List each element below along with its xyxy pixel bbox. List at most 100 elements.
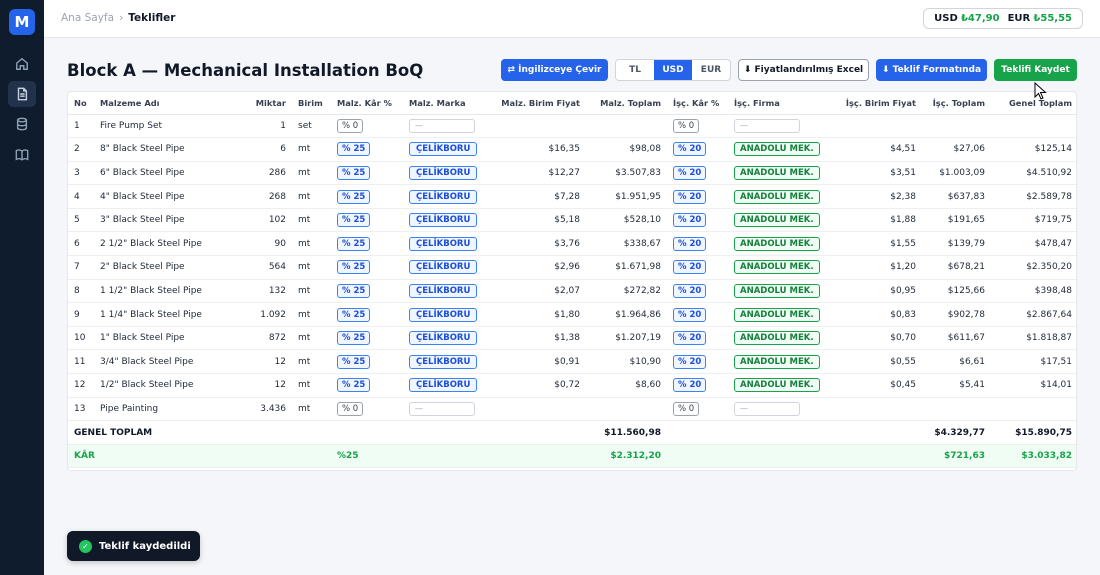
cell-name: 4" Black Steel Pipe [94, 184, 239, 209]
cell-brand: ÇELİKBORU [403, 302, 483, 327]
brand-tag[interactable]: ÇELİKBORU [409, 165, 478, 180]
mat-margin-input[interactable]: % 25 [337, 142, 371, 157]
cell-mat-margin: % 25 [331, 137, 403, 162]
mat-margin-input[interactable]: % 25 [337, 354, 371, 369]
cell-lab-unit: $0,95 [827, 279, 922, 304]
mat-margin-input[interactable]: % 25 [337, 283, 371, 298]
cell-grand-total [991, 114, 1076, 139]
page-title: Block A — Mechanical Installation BoQ [67, 61, 424, 80]
col-header-mat-total: Malz. Toplam [586, 92, 667, 115]
cell-lab-margin: % 20 [667, 161, 728, 186]
firm-tag[interactable]: ANADOLU MEK. [734, 165, 820, 180]
brand-tag[interactable]: ÇELİKBORU [409, 378, 478, 393]
cell-lab-total: $191,65 [922, 208, 991, 233]
firm-tag[interactable]: ANADOLU MEK. [734, 213, 820, 228]
mat-margin-input[interactable]: % 25 [337, 260, 371, 275]
sidebar-item-database[interactable] [8, 111, 36, 137]
mat-margin-input[interactable]: % 25 [337, 378, 371, 393]
firm-select[interactable]: — [734, 118, 800, 133]
cell-unit: mt [292, 255, 331, 280]
cell-mat-total: $528,10 [586, 208, 667, 233]
sidebar-item-home[interactable] [8, 51, 36, 77]
translate-button[interactable]: ⇄ İngilizceye Çevir [501, 59, 608, 81]
firm-tag[interactable]: ANADOLU MEK. [734, 331, 820, 346]
brand-tag[interactable]: ÇELİKBORU [409, 213, 478, 228]
mat-margin-input[interactable]: % 0 [337, 118, 364, 133]
app-logo[interactable]: M [9, 9, 35, 35]
lab-margin-input[interactable]: % 20 [673, 354, 707, 369]
cell-grand-total: $2.589,78 [991, 184, 1076, 209]
lab-margin-input[interactable]: % 20 [673, 142, 707, 157]
cell-grand-total: $125,14 [991, 137, 1076, 162]
cell-mat-total [586, 114, 667, 139]
mat-margin-input[interactable]: % 25 [337, 213, 371, 228]
mat-margin-input[interactable]: % 25 [337, 331, 371, 346]
firm-tag[interactable]: ANADOLU MEK. [734, 283, 820, 298]
mat-margin-input[interactable]: % 25 [337, 165, 371, 180]
mat-margin-input[interactable]: % 25 [337, 189, 371, 204]
sidebar-item-offers[interactable] [8, 81, 36, 107]
lab-margin-input[interactable]: % 0 [673, 118, 700, 133]
cell-qty: 1.092 [239, 302, 292, 327]
lab-margin-input[interactable]: % 20 [673, 283, 707, 298]
sidebar: M [0, 0, 44, 575]
lab-margin-input[interactable]: % 0 [673, 401, 700, 416]
brand-tag[interactable]: ÇELİKBORU [409, 331, 478, 346]
lab-margin-input[interactable]: % 20 [673, 260, 707, 275]
brand-select[interactable]: — [409, 118, 475, 133]
profit-grand: $3.033,82 [991, 444, 1076, 469]
firm-tag[interactable]: ANADOLU MEK. [734, 354, 820, 369]
currency-option-eur[interactable]: EUR [692, 60, 730, 80]
firm-tag[interactable]: ANADOLU MEK. [734, 260, 820, 275]
breadcrumb-home-link[interactable]: Ana Sayfa [61, 12, 114, 24]
brand-tag[interactable]: ÇELİKBORU [409, 283, 478, 298]
brand-tag[interactable]: ÇELİKBORU [409, 236, 478, 251]
lab-margin-input[interactable]: % 20 [673, 378, 707, 393]
firm-tag[interactable]: ANADOLU MEK. [734, 378, 820, 393]
firm-tag[interactable]: ANADOLU MEK. [734, 142, 820, 157]
firm-tag[interactable]: ANADOLU MEK. [734, 189, 820, 204]
lab-margin-input[interactable]: % 20 [673, 189, 707, 204]
priced-excel-button[interactable]: ⬇ Fiyatlandırılmış Excel [738, 59, 869, 81]
firm-tag[interactable]: ANADOLU MEK. [734, 236, 820, 251]
cell-grand-total: $17,51 [991, 349, 1076, 375]
table-row: 10 1" Black Steel Pipe 872 mt % 25 ÇELİKBORU $… [68, 326, 1076, 351]
brand-select[interactable]: — [409, 401, 475, 416]
lab-margin-input[interactable]: % 20 [673, 213, 707, 228]
cell-mat-unit: $0,91 [483, 349, 586, 375]
cell-no: 5 [68, 208, 94, 233]
cell-lab-total: $5,41 [922, 373, 991, 398]
currency-option-usd[interactable]: USD [654, 60, 692, 80]
brand-tag[interactable]: ÇELİKBORU [409, 307, 478, 322]
brand-tag[interactable]: ÇELİKBORU [409, 142, 478, 157]
cell-mat-margin: % 25 [331, 326, 403, 351]
mouse-cursor-icon [1034, 82, 1047, 100]
col-header-mat-margin: Malz. Kâr % [331, 92, 403, 115]
brand-tag[interactable]: ÇELİKBORU [409, 189, 478, 204]
mat-margin-input[interactable]: % 0 [337, 401, 364, 416]
cell-brand: ÇELİKBORU [403, 373, 483, 398]
lab-margin-input[interactable]: % 20 [673, 331, 707, 346]
mat-margin-input[interactable]: % 25 [337, 307, 371, 322]
brand-tag[interactable]: ÇELİKBORU [409, 354, 478, 369]
lab-margin-input[interactable]: % 20 [673, 236, 707, 251]
cell-firm: ANADOLU MEK. [728, 231, 827, 257]
cell-name: 1 1/4" Black Steel Pipe [94, 302, 239, 327]
sidebar-item-library[interactable] [8, 142, 36, 168]
lab-margin-input[interactable]: % 20 [673, 165, 707, 180]
grand-total-mat: $11.560,98 [586, 420, 667, 445]
firm-tag[interactable]: ANADOLU MEK. [734, 307, 820, 322]
currency-option-tl[interactable]: TL [616, 60, 654, 80]
cell-no: 7 [68, 255, 94, 280]
lab-margin-input[interactable]: % 20 [673, 307, 707, 322]
offer-format-button[interactable]: ⬇ Teklif Formatında [876, 59, 987, 81]
table-row: 91 1/4" Black Steel Pipe 1.092 mt % 25 ÇELİK… [68, 302, 1076, 327]
boq-table: No Malzeme Adı Miktar Birim Malz. Kâr % … [68, 92, 1076, 469]
mat-margin-input[interactable]: % 25 [337, 236, 371, 251]
firm-select[interactable]: — [734, 401, 800, 416]
brand-tag[interactable]: ÇELİKBORU [409, 260, 478, 275]
save-offer-button[interactable]: Teklifi Kaydet [994, 59, 1077, 81]
cell-lab-total: $611,67 [922, 326, 991, 351]
cell-lab-margin: % 20 [667, 302, 728, 327]
col-header-unit: Birim [292, 92, 331, 115]
